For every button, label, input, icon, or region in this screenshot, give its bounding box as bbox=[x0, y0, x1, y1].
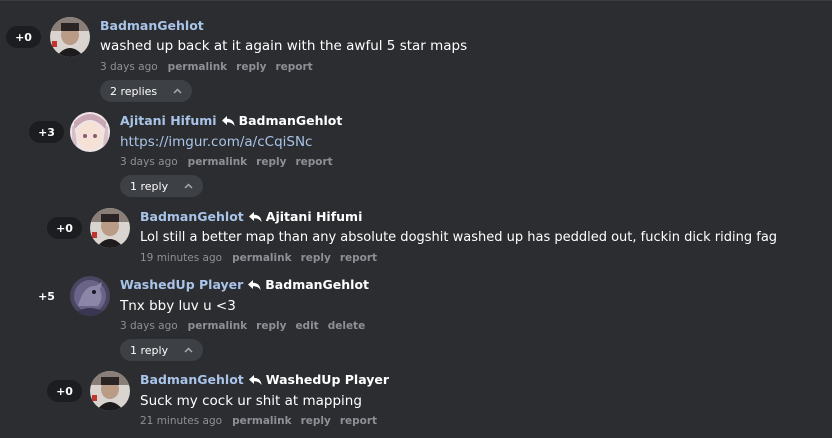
timestamp: 3 days ago bbox=[120, 156, 178, 168]
reply-link[interactable]: reply bbox=[256, 156, 286, 168]
chevron-up-icon bbox=[184, 183, 193, 189]
user-avatar-image bbox=[90, 371, 130, 411]
user-avatar-image bbox=[70, 276, 110, 316]
username-link[interactable]: BadmanGehlot bbox=[140, 209, 244, 224]
comment-meta: 3 days ago permalink reply edit delete bbox=[120, 320, 374, 332]
reply-link[interactable]: reply bbox=[301, 415, 331, 427]
replies-count-label: 1 reply bbox=[130, 343, 169, 357]
comment-header: BadmanGehlot WashedUp Player bbox=[140, 372, 389, 387]
chevron-up-icon bbox=[184, 347, 193, 353]
timestamp: 3 days ago bbox=[120, 320, 178, 332]
chevron-up-icon bbox=[173, 88, 182, 94]
report-link[interactable]: report bbox=[295, 156, 332, 168]
reply-link[interactable]: reply bbox=[236, 61, 266, 73]
timestamp: 21 minutes ago bbox=[140, 415, 223, 427]
avatar[interactable] bbox=[90, 208, 130, 248]
replies-count-label: 2 replies bbox=[110, 84, 158, 98]
comment-header: WashedUp Player BadmanGehlot bbox=[120, 277, 369, 292]
replies-toggle-button[interactable]: 1 reply bbox=[120, 175, 204, 197]
comment-meta: 21 minutes ago permalink reply report bbox=[140, 415, 386, 427]
user-avatar-image bbox=[70, 112, 110, 152]
timestamp: 3 days ago bbox=[100, 61, 158, 73]
report-link[interactable]: report bbox=[340, 252, 377, 264]
reply-to-username[interactable]: BadmanGehlot bbox=[239, 113, 343, 128]
top-divider bbox=[0, 0, 832, 1]
report-link[interactable]: report bbox=[275, 61, 312, 73]
permalink-link[interactable]: permalink bbox=[168, 61, 228, 73]
username-link[interactable]: BadmanGehlot bbox=[140, 372, 244, 387]
username-link[interactable]: Ajitani Hifumi bbox=[120, 113, 217, 128]
reply-link[interactable]: reply bbox=[256, 320, 286, 332]
reply-arrow-icon bbox=[248, 211, 262, 222]
reply-arrow-icon bbox=[248, 279, 261, 290]
username-link[interactable]: WashedUp Player bbox=[120, 277, 243, 292]
timestamp: 19 minutes ago bbox=[140, 252, 223, 264]
delete-link[interactable]: delete bbox=[328, 320, 366, 332]
reply-link[interactable]: reply bbox=[301, 252, 331, 264]
permalink-link[interactable]: permalink bbox=[232, 415, 292, 427]
comment-header: BadmanGehlot bbox=[100, 18, 204, 33]
permalink-link[interactable]: permalink bbox=[188, 320, 248, 332]
reply-to-username[interactable]: BadmanGehlot bbox=[265, 277, 369, 292]
replies-toggle-button[interactable]: 2 replies bbox=[100, 80, 193, 102]
avatar[interactable] bbox=[50, 17, 90, 57]
permalink-link[interactable]: permalink bbox=[188, 156, 248, 168]
user-avatar-image bbox=[90, 208, 130, 248]
replies-toggle-button[interactable]: 1 reply bbox=[120, 339, 204, 361]
reply-arrow-icon bbox=[248, 374, 262, 385]
comment-header: BadmanGehlot Ajitani Hifumi bbox=[140, 209, 362, 224]
username-link[interactable]: BadmanGehlot bbox=[100, 18, 204, 33]
score-badge: +0 bbox=[47, 217, 82, 239]
comment-body: Lol still a better map than any absolute… bbox=[140, 230, 778, 245]
avatar[interactable] bbox=[90, 371, 130, 411]
avatar[interactable] bbox=[70, 112, 110, 152]
score-badge: +5 bbox=[38, 289, 55, 303]
report-link[interactable]: report bbox=[340, 415, 377, 427]
replies-count-label: 1 reply bbox=[130, 179, 169, 193]
reply-to-username[interactable]: Ajitani Hifumi bbox=[266, 209, 363, 224]
comment-body: washed up back at it again with the awfu… bbox=[100, 38, 468, 54]
comment-meta: 19 minutes ago permalink reply report bbox=[140, 252, 386, 264]
permalink-link[interactable]: permalink bbox=[232, 252, 292, 264]
comment-body: Suck my cock ur shit at mapping bbox=[140, 393, 362, 409]
comment-meta: 3 days ago permalink reply report bbox=[120, 156, 342, 168]
comment-header: Ajitani Hifumi BadmanGehlot bbox=[120, 113, 342, 128]
comment-body: Tnx bby luv u <3 bbox=[120, 298, 236, 314]
user-avatar-image bbox=[50, 17, 90, 57]
reply-arrow-icon bbox=[221, 115, 235, 126]
score-badge: +3 bbox=[29, 121, 64, 143]
score-badge: +0 bbox=[6, 26, 41, 48]
comment-body-link[interactable]: https://imgur.com/a/cCqiSNc bbox=[120, 134, 312, 150]
score-badge: +0 bbox=[47, 380, 82, 402]
edit-link[interactable]: edit bbox=[295, 320, 318, 332]
reply-to-username[interactable]: WashedUp Player bbox=[266, 372, 389, 387]
avatar[interactable] bbox=[70, 276, 110, 316]
comment-meta: 3 days ago permalink reply report bbox=[100, 61, 322, 73]
